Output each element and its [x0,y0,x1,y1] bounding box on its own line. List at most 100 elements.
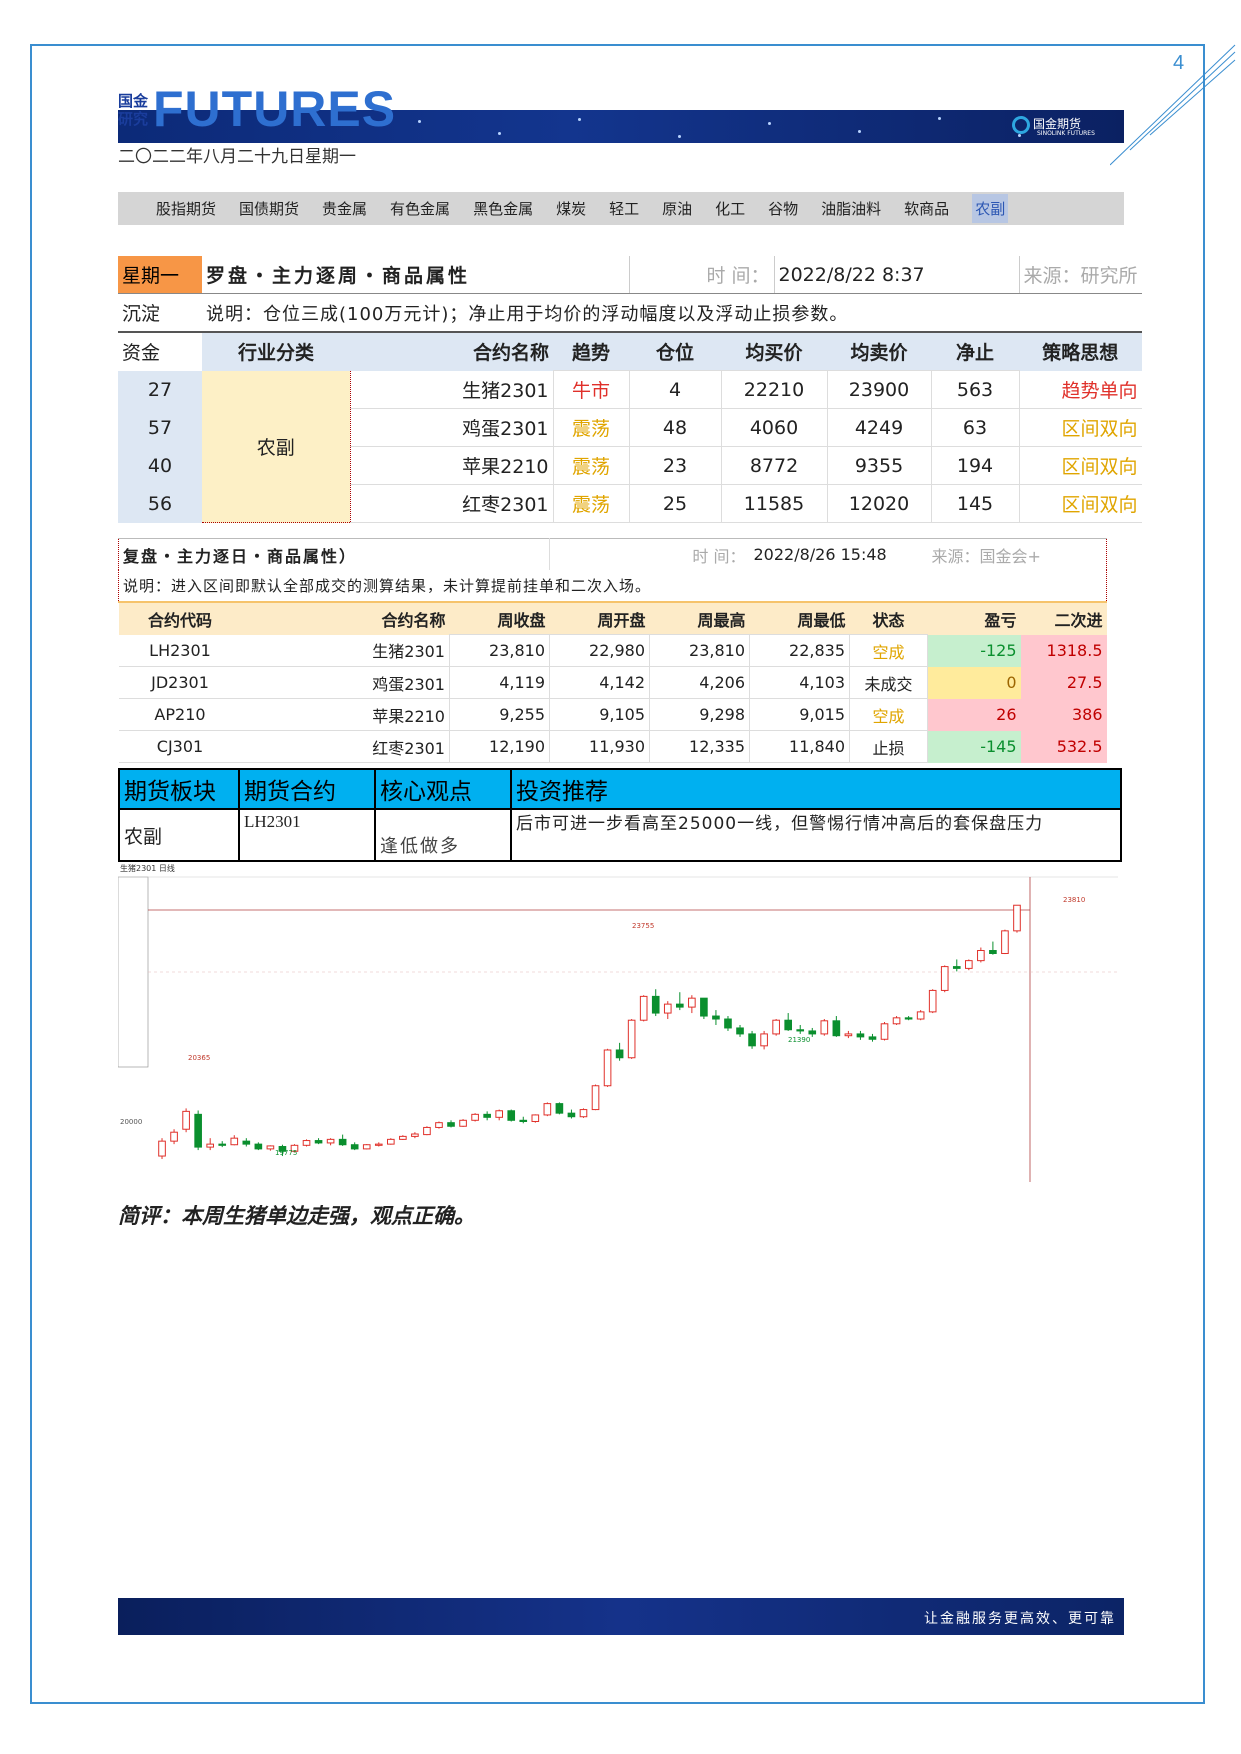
high-cell: 12,335 [649,730,750,763]
candle [615,1042,624,1061]
review-row: JD2301 鸡蛋2301 4,119 4,142 4,206 4,103 未成… [118,666,1107,699]
pnl-cell: -145 [927,730,1021,763]
nav-item-2[interactable]: 贵金属 [322,198,367,219]
chart-toolbar: 生猪2301 日线 [120,863,175,873]
candle [928,989,937,1014]
rec-hdr-contract: 期货合约 [238,768,376,810]
close-cell: 23,810 [449,634,550,667]
low-cell: 22,835 [749,634,850,667]
nav-item-6[interactable]: 轻工 [609,198,639,219]
review-description: 说明：进入区间即默认全部成交的测算结果，未计算提前挂单和二次入场。 [118,570,1107,603]
rec-hdr-advice: 投资推荐 [510,768,1122,810]
candle [796,1024,805,1034]
candle [302,1139,311,1147]
brand-circle-icon [1012,115,1030,134]
stop-cell: 194 [930,446,1020,485]
candle [411,1132,419,1139]
fund-cell: 56 [118,484,202,523]
rhdr-pnl: 盈亏 [984,610,1017,630]
review-title: 复盘・主力逐日・商品属性） [118,538,550,570]
close-cell: 12,190 [449,730,550,763]
rhdr-status: 状态 [872,610,905,630]
chart-info-panel [117,876,149,1068]
candle [362,1144,371,1150]
candle [820,1019,829,1036]
nav-item-10[interactable]: 油脂油料 [821,198,881,219]
contract-name: 苹果2210 [350,446,553,485]
nav-item-4[interactable]: 黑色金属 [473,198,533,219]
name-cell: 红枣2301 [241,730,450,763]
review-row: LH2301 生猪2301 23,810 22,980 23,810 22,83… [118,634,1107,667]
nav-item-1[interactable]: 国债期货 [239,198,299,219]
rec-contract: LH2301 [238,808,376,862]
candle [447,1120,455,1128]
second-entry-cell: 27.5 [1020,666,1107,699]
trend-cell: 牛市 [552,370,630,409]
low-cell: 4,103 [749,666,850,699]
high-cell: 4,206 [649,666,750,699]
contract-name: 生猪2301 [350,370,553,409]
close-cell: 4,119 [449,666,550,699]
brief-comment: 简评：本周生猪单边走强，观点正确。 [118,1204,475,1228]
candle [627,1019,636,1059]
buy-cell: 11585 [720,484,828,523]
brand-logo: 国金期货 SINOLINK FUTURES [1012,115,1095,137]
weekday-cell: 星期一 [118,256,202,294]
fund-cell: 27 [118,370,202,409]
code-cell: JD2301 [118,666,242,699]
nav-item-3[interactable]: 有色金属 [390,198,450,219]
candle [977,947,985,963]
stop-cell: 63 [930,408,1020,447]
candle [904,1016,913,1021]
corner-decoration [1110,44,1236,166]
position-cell: 23 [628,446,722,485]
rec-view: 逢低做多 [374,808,512,862]
second-entry-cell: 532.5 [1020,730,1107,763]
peak-label: 23755 [632,922,654,930]
candle [688,995,696,1014]
category-nav: 股指期货 国债期货 贵金属 有色金属 黑色金属 煤炭 轻工 原油 化工 谷物 油脂油料 软商品 农副 [118,192,1124,225]
strategy-cell: 区间双向 [1019,484,1142,523]
candle [940,965,949,993]
high-cell: 9,298 [649,698,750,731]
nav-item-9[interactable]: 谷物 [768,198,798,219]
nav-item-0[interactable]: 股指期货 [156,198,216,219]
candle [736,1024,744,1037]
candle [676,992,684,1011]
candle [916,1010,925,1021]
buy-cell: 4060 [720,408,828,447]
hdr-position: 仓位 [655,342,694,364]
fund-cell: 57 [118,408,202,447]
low-cell: 11,840 [749,730,850,763]
candle [266,1145,275,1151]
candlestick-chart-svg: 生猪2301 日线 20000 23755 21390 20365 19775 … [117,863,1118,1182]
code-cell: LH2301 [118,634,242,667]
nav-item-7[interactable]: 原油 [662,198,692,219]
second-entry-cell: 1318.5 [1020,634,1107,667]
nav-item-8[interactable]: 化工 [715,198,745,219]
contract-name: 鸡蛋2301 [350,408,553,447]
left-label-2: 资金 [118,332,202,371]
candle [784,1013,792,1031]
candle [989,941,997,955]
hdr-name: 合约名称 [472,342,549,365]
level-label: 20000 [120,1118,142,1126]
nav-item-5[interactable]: 煤炭 [556,198,586,219]
status-cell: 空成 [849,698,928,731]
candle [892,1016,901,1025]
candle [206,1138,214,1151]
nav-item-11[interactable]: 软商品 [904,198,949,219]
candle [314,1138,323,1145]
candle [387,1138,395,1145]
candle [832,1016,841,1037]
nav-item-12[interactable]: 农副 [972,194,1009,223]
review-source: 来源：国金会+ [927,538,1107,570]
low-mark-label: 21390 [788,1036,810,1044]
candle [856,1030,865,1040]
candle [254,1142,263,1151]
sell-cell: 9355 [826,446,932,485]
candle [700,997,708,1020]
daily-review-table: 复盘・主力逐日・商品属性） 时 间： 2022/8/26 15:48 来源：国金… [118,538,1107,763]
candle [844,1030,853,1039]
logo-small-text: 国金 研究 [118,92,149,128]
